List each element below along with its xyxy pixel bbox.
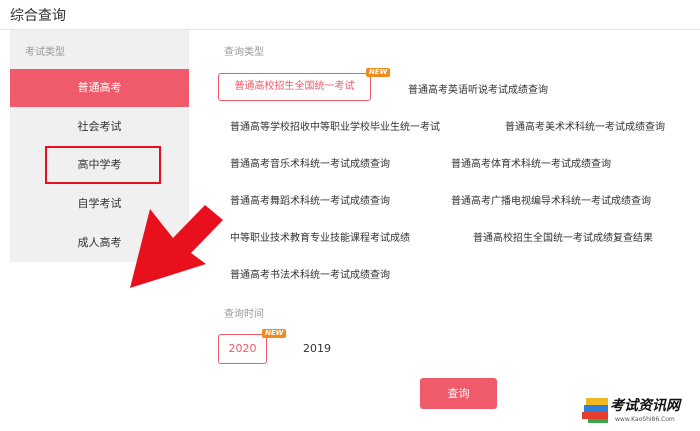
option-vocational-skills-course[interactable]: 中等职业技术教育专业技能课程考试成绩 — [230, 229, 410, 244]
query-type-label: 查询类型 — [224, 47, 264, 58]
option-vocational-school-exam[interactable]: 普通高等学校招收中等职业学校毕业生统一考试 — [230, 118, 440, 133]
watermark: 考试资讯网 www.KaoShi86.Com — [580, 393, 698, 427]
option-calligraphy-exam[interactable]: 普通高考书法术科统一考试成绩查询 — [230, 266, 390, 281]
page-title: 综合查询 — [10, 8, 66, 24]
option-dance-exam[interactable]: 普通高考舞蹈术科统一考试成绩查询 — [230, 192, 390, 207]
year-option-2020[interactable]: 2020 — [218, 334, 267, 364]
option-national-unified-exam[interactable]: 普通高校招生全国统一考试 — [218, 73, 371, 101]
books-logo-icon — [582, 398, 608, 423]
query-button[interactable]: 查询 — [420, 378, 497, 409]
option-music-exam[interactable]: 普通高考音乐术科统一考试成绩查询 — [230, 155, 390, 170]
option-score-review-result[interactable]: 普通高校招生全国统一考试成绩复查结果 — [473, 229, 653, 244]
option-broadcast-directing-exam[interactable]: 普通高考广播电视编导术科统一考试成绩查询 — [451, 192, 651, 207]
highlight-annotation-box — [45, 146, 161, 184]
sidebar-header: 考试类型 — [25, 47, 65, 58]
arrow-pointer-icon — [130, 205, 223, 288]
year-option-2019[interactable]: 2019 — [303, 342, 331, 355]
option-sports-exam[interactable]: 普通高考体育术科统一考试成绩查询 — [451, 155, 611, 170]
sidebar-item-general-gaokao[interactable]: 普通高考 — [10, 69, 189, 107]
option-fine-arts-exam[interactable]: 普通高考美术术科统一考试成绩查询 — [505, 118, 665, 133]
new-badge: NEW — [262, 329, 287, 338]
option-english-listening-speaking[interactable]: 普通高考英语听说考试成绩查询 — [408, 81, 548, 96]
sidebar-item-social-exam[interactable]: 社会考试 — [10, 108, 189, 146]
new-badge: NEW — [366, 68, 391, 77]
query-time-label: 查询时间 — [224, 309, 264, 320]
watermark-name: 考试资讯网 — [610, 398, 680, 414]
watermark-url: www.KaoShi86.Com — [615, 416, 675, 423]
